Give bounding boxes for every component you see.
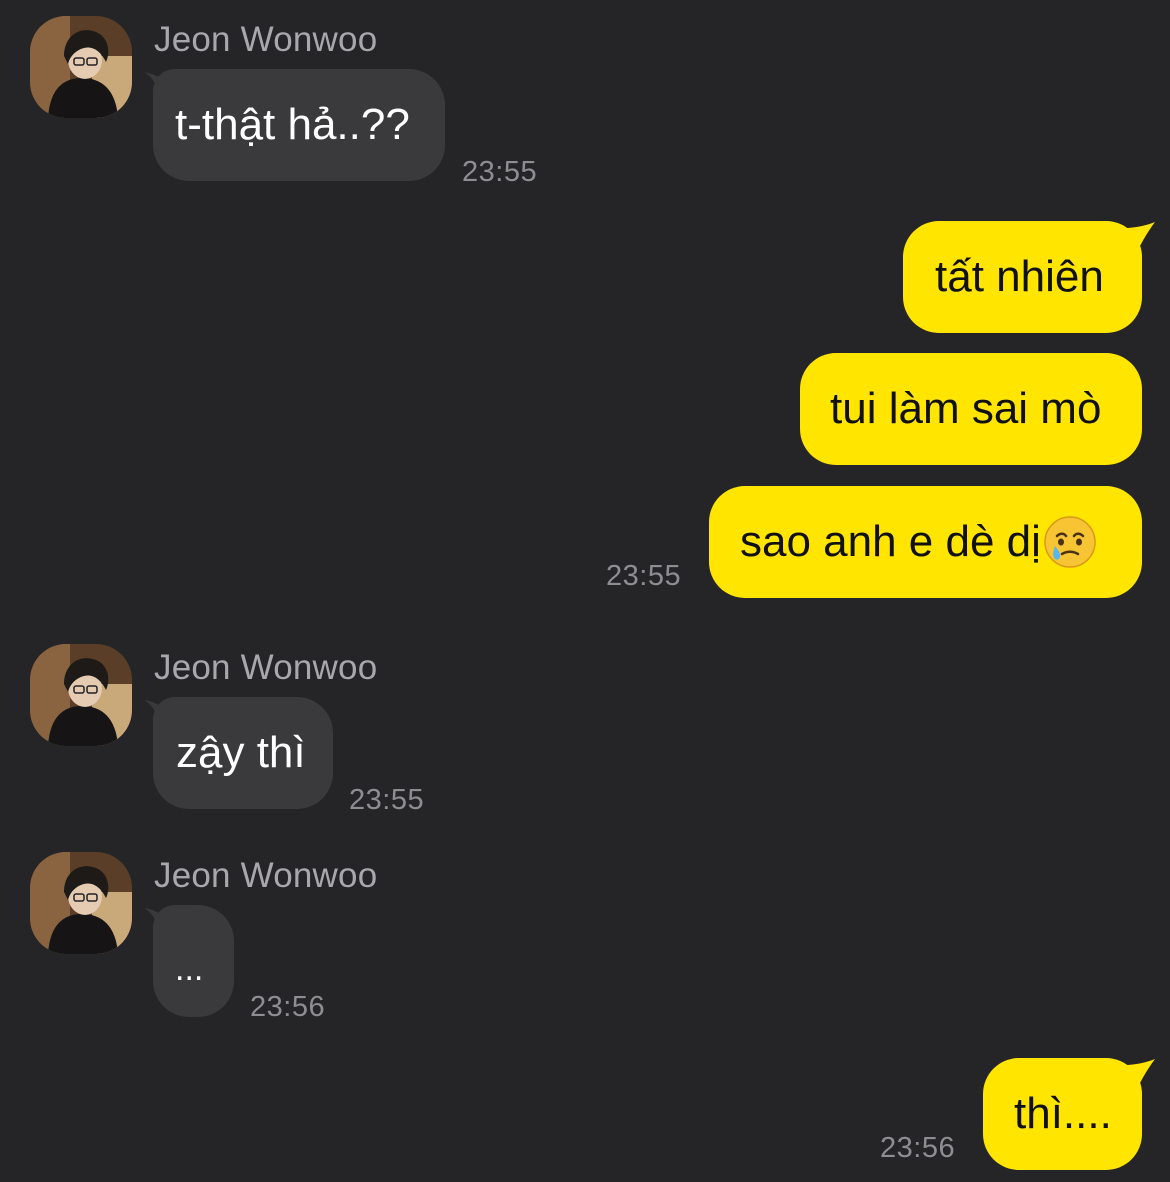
message-text: t-thật hả..?? [175, 100, 410, 149]
message-timestamp: 23:56 [250, 991, 326, 1023]
avatar[interactable] [30, 852, 132, 954]
message-text: tui làm sai mò [830, 384, 1102, 433]
message-timestamp: 23:55 [606, 560, 682, 592]
message-text: thì.... [1014, 1089, 1112, 1138]
sender-name: Jeon Wonwoo [154, 648, 378, 687]
sender-name: Jeon Wonwoo [154, 856, 378, 895]
sender-name: Jeon Wonwoo [154, 20, 378, 59]
avatar[interactable] [30, 16, 132, 118]
message-bubble[interactable]: thì.... [983, 1058, 1142, 1170]
face-holding-back-tears-icon [1044, 516, 1096, 568]
message-bubble[interactable]: t-thật hả..?? [153, 69, 445, 181]
message-bubble[interactable]: ... [153, 905, 234, 1017]
message-timestamp: 23:55 [349, 784, 425, 816]
message-text: tất nhiên [935, 252, 1104, 301]
message-bubble[interactable]: tất nhiên [903, 221, 1142, 333]
message-timestamp: 23:56 [880, 1132, 956, 1164]
profile-photo-icon [30, 644, 132, 746]
chat-thread[interactable]: Jeon Wonwoo t-thật hả..?? 23:55 tất nhiê… [0, 0, 1170, 1182]
avatar[interactable] [30, 644, 132, 746]
message-timestamp: 23:55 [462, 156, 538, 188]
bubble-tail [1125, 1059, 1155, 1085]
profile-photo-icon [30, 16, 132, 118]
message-text: zậy thì [176, 728, 306, 777]
message-bubble[interactable]: tui làm sai mò [800, 353, 1142, 465]
message-bubble[interactable]: sao anh e dè dị [709, 486, 1142, 598]
profile-photo-icon [30, 852, 132, 954]
message-text: sao anh e dè dị [740, 517, 1041, 566]
message-text: ... [175, 949, 204, 988]
message-bubble[interactable]: zậy thì [153, 697, 333, 809]
bubble-tail [1125, 222, 1155, 248]
